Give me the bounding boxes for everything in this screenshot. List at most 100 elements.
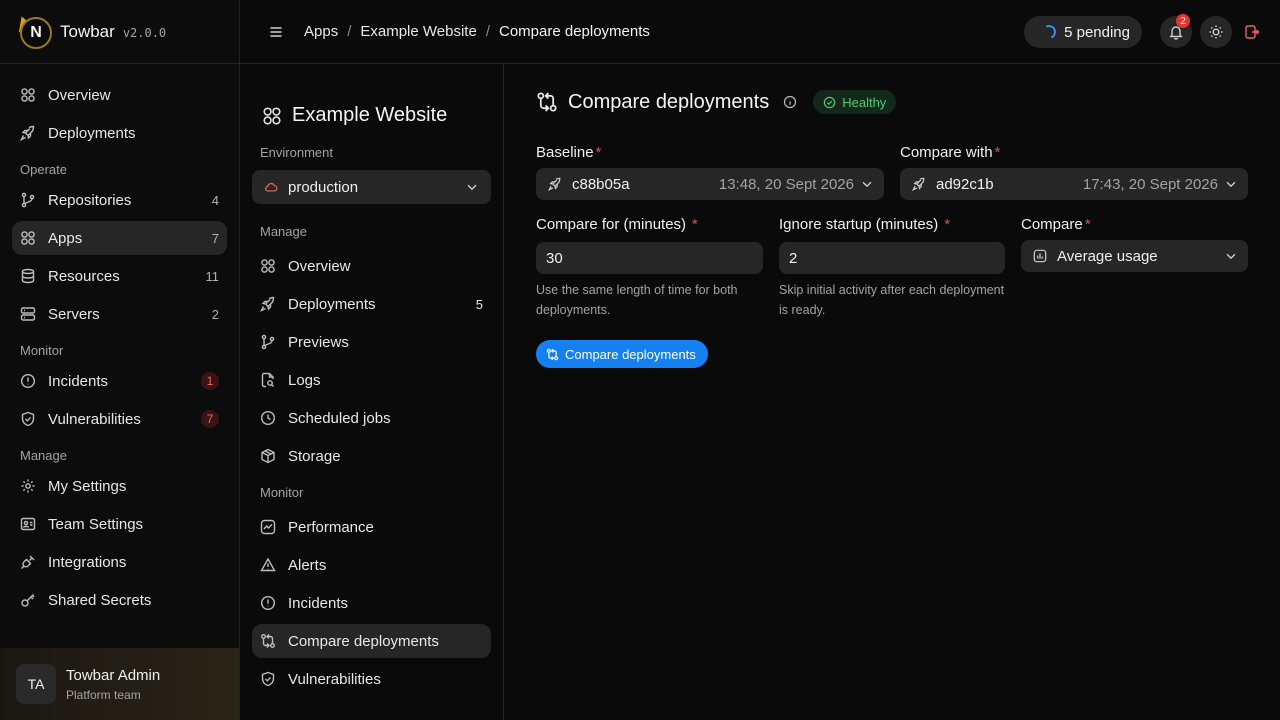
clock-icon	[260, 410, 276, 426]
sidebar-item-my-settings[interactable]: My Settings	[12, 469, 227, 503]
chevron-down-icon	[862, 181, 872, 188]
brand: N Towbar v2.0.0	[0, 0, 239, 64]
sidebar-item-apps[interactable]: Apps 7	[12, 221, 227, 255]
theme-toggle-button[interactable]	[1200, 16, 1232, 48]
app-item-performance[interactable]: Performance	[252, 510, 491, 544]
shield-icon	[21, 411, 35, 427]
environment-select[interactable]: production	[252, 170, 491, 204]
server-icon	[20, 307, 36, 321]
baseline-label: Baseline	[536, 143, 594, 161]
logout-icon[interactable]	[1244, 24, 1260, 40]
app-item-deployments[interactable]: Deployments 5	[252, 287, 491, 321]
compare-for-input[interactable]	[536, 242, 763, 274]
user-profile[interactable]: TA Towbar Admin Platform team	[0, 648, 239, 720]
app-manage-nav: Overview Deployments 5 Previews Logs Sch…	[240, 245, 503, 473]
sidebar-heading-monitor: Monitor	[20, 343, 64, 358]
baseline-select[interactable]: c88b05a 13:48, 20 Sept 2026	[536, 168, 884, 200]
pending-label: 5 pending	[1064, 23, 1130, 41]
compare-with-select[interactable]: ad92c1b 17:43, 20 Sept 2026	[900, 168, 1248, 200]
towbar-logo[interactable]: N	[14, 12, 56, 52]
status-badge: Healthy	[813, 90, 897, 114]
ignore-startup-hint: Skip initial activity after each deploym…	[779, 283, 1005, 317]
menu-icon[interactable]	[268, 24, 284, 40]
sidebar-item-shared-secrets[interactable]: Shared Secrets	[12, 583, 227, 617]
sidebar-item-repositories[interactable]: Repositories 4	[12, 183, 227, 217]
app-item-scheduled-jobs[interactable]: Scheduled jobs	[252, 401, 491, 435]
pending-button[interactable]: 5 pending	[1024, 16, 1142, 48]
compare-icon	[261, 634, 275, 648]
app-item-previews[interactable]: Previews	[252, 325, 491, 359]
sidebar-heading-manage: Manage	[20, 448, 67, 463]
app-item-compare-deployments[interactable]: Compare deployments	[252, 624, 491, 658]
page-title: Compare deployments	[568, 90, 770, 113]
chevron-down-icon	[1226, 181, 1236, 188]
sidebar-item-resources[interactable]: Resources 11	[12, 259, 227, 293]
app-item-overview[interactable]: Overview	[252, 249, 491, 283]
compare-with-field: Compare with * ad92c1b 17:43, 20 Sept 202…	[900, 142, 1248, 200]
main-sidebar: N Towbar v2.0.0 Overview Deployments Ope…	[0, 0, 240, 720]
top-actions: 5 pending 2	[1024, 14, 1260, 48]
app-title: Example Website	[240, 64, 503, 140]
sidebar-item-vulnerabilities[interactable]: Vulnerabilities 7	[12, 402, 227, 436]
sidebar-item-overview[interactable]: Overview	[12, 78, 227, 112]
breadcrumb-separator: /	[485, 23, 490, 40]
main-nav: Overview Deployments Operate Repositorie…	[0, 64, 239, 617]
app-item-incidents[interactable]: Incidents	[252, 586, 491, 620]
resources-count: 11	[205, 268, 220, 284]
breadcrumb-separator: /	[347, 23, 352, 40]
compare-deployments-button[interactable]: Compare deployments	[536, 340, 708, 368]
check-circle-icon	[823, 96, 836, 108]
sidebar-item-deployments[interactable]: Deployments	[12, 116, 227, 150]
shield-icon	[261, 671, 275, 687]
spinner-icon	[1040, 23, 1059, 41]
repositories-count: 4	[211, 192, 219, 208]
top-bar: Apps / Example Website / Compare deploym…	[240, 0, 1280, 64]
sidebar-item-servers[interactable]: Servers 2	[12, 297, 227, 331]
app-item-alerts[interactable]: Alerts	[252, 548, 491, 582]
sidebar-heading-operate: Operate	[20, 162, 67, 177]
breadcrumb-current: Compare deployments	[499, 23, 650, 40]
rocket-icon	[912, 177, 925, 191]
app-item-storage[interactable]: Storage	[252, 439, 491, 473]
incidents-count-badge: 1	[201, 372, 219, 390]
main-content: Compare deployments Healthy Baseline * c8…	[504, 64, 1280, 720]
notifications-button[interactable]: 2	[1160, 14, 1192, 48]
compare-for-field: Compare for (minutes)* Use the same leng…	[536, 214, 763, 320]
app-monitor-nav: Performance Alerts Incidents Compare dep…	[240, 506, 503, 696]
page-header: Compare deployments Healthy	[536, 64, 1248, 140]
apps-count: 7	[211, 230, 219, 246]
sidebar-item-incidents[interactable]: Incidents 1	[12, 364, 227, 398]
compare-for-hint: Use the same length of time for both dep…	[536, 283, 738, 317]
sidebar-item-integrations[interactable]: Integrations	[12, 545, 227, 579]
ignore-startup-field: Ignore startup (minutes)* Skip initial a…	[779, 214, 1005, 320]
sidebar-item-team-settings[interactable]: Team Settings	[12, 507, 227, 541]
compare-with-time: 17:43, 20 Sept 2026	[1082, 175, 1218, 193]
breadcrumb: Apps / Example Website / Compare deploym…	[304, 23, 650, 40]
breadcrumb-example-website[interactable]: Example Website	[360, 23, 476, 40]
compare-with-label: Compare with	[900, 143, 993, 161]
branch-icon	[261, 334, 275, 350]
compare-with-commit: ad92c1b	[936, 175, 994, 193]
activity-icon	[260, 519, 276, 535]
compare-icon	[537, 92, 557, 112]
info-icon[interactable]	[783, 95, 797, 109]
alert-circle-icon	[20, 373, 36, 389]
ignore-startup-label: Ignore startup (minutes)	[779, 215, 939, 233]
bar-chart-icon	[1033, 249, 1047, 263]
breadcrumb-apps[interactable]: Apps	[304, 23, 338, 40]
team-icon	[20, 517, 36, 531]
overview-icon	[21, 88, 35, 102]
brand-version: v2.0.0	[122, 26, 167, 40]
compare-metric-value: Average usage	[1057, 247, 1158, 265]
user-team: Platform team	[66, 687, 141, 702]
box-icon	[261, 448, 275, 464]
compare-metric-select[interactable]: Average usage	[1021, 240, 1248, 272]
app-sidebar: Example Website Environment production M…	[240, 64, 504, 720]
cloud-icon	[265, 183, 278, 192]
gear-icon	[21, 479, 35, 493]
app-monitor-heading: Monitor	[260, 485, 304, 500]
app-item-vulnerabilities[interactable]: Vulnerabilities	[252, 662, 491, 696]
avatar: TA	[16, 664, 56, 704]
app-item-logs[interactable]: Logs	[252, 363, 491, 397]
ignore-startup-input[interactable]	[779, 242, 1005, 274]
